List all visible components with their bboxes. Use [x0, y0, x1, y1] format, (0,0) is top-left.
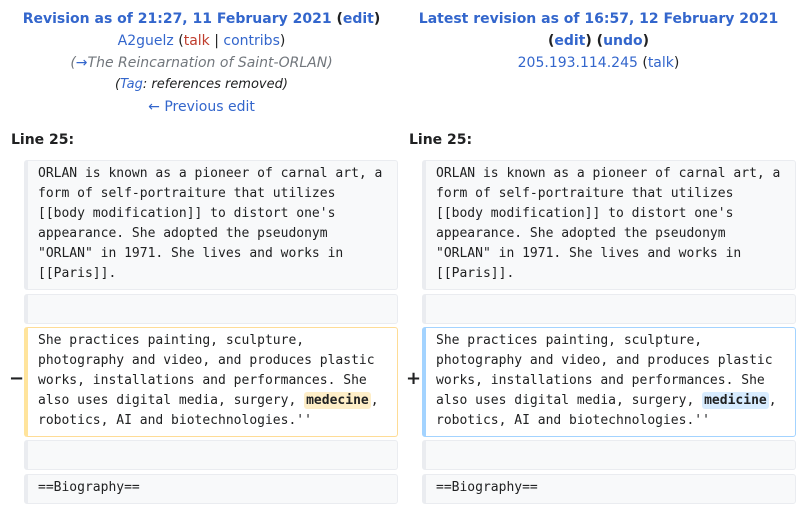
empty-context-cell-left [24, 294, 398, 324]
old-revision-title-line: Revision as of 21:27, 11 February 2021 (… [0, 8, 403, 30]
new-revision-link[interactable]: Latest revision as of 16:57, 12 February… [419, 11, 778, 27]
tag-link[interactable]: Tag [120, 77, 143, 92]
new-talk-link[interactable]: talk [648, 55, 674, 71]
paren-close: ) [373, 11, 381, 27]
separator: | [214, 33, 219, 49]
empty-context-cell-right-2 [422, 440, 796, 470]
biography-cell-right: ==Biography== [422, 474, 796, 504]
old-talk-link[interactable]: talk [184, 33, 210, 49]
old-user-line: A2guelz (talk | contribs) [117, 33, 286, 49]
new-revision-title-line: Latest revision as of 16:57, 12 February… [398, 8, 799, 30]
empty-context-cell-left-2 [24, 440, 398, 470]
old-revision-link[interactable]: Revision as of 21:27, 11 February 2021 [23, 11, 332, 27]
line-number-left: Line 25: [11, 132, 75, 148]
line-number-right: Line 25: [409, 132, 473, 148]
previous-edit-line: ← Previous edit [0, 96, 403, 118]
new-user-line: 205.193.114.245 (talk) [517, 55, 680, 71]
added-line-marker: + [406, 368, 422, 389]
old-user-link[interactable]: A2guelz [118, 33, 174, 49]
old-edit-link[interactable]: edit [343, 11, 374, 27]
section-arrow-link[interactable]: → [76, 55, 88, 71]
added-word: medicine [702, 392, 769, 409]
tag-text: : references removed [142, 77, 283, 92]
deleted-line-cell: She practices painting, sculpture, photo… [24, 327, 398, 437]
old-revision-header: Revision as of 21:27, 11 February 2021 (… [0, 8, 403, 118]
new-edit-link[interactable]: edit [554, 33, 585, 49]
undo-link[interactable]: undo [603, 33, 643, 49]
context-cell-right: ORLAN is known as a pioneer of carnal ar… [422, 160, 796, 290]
new-revision-header: Latest revision as of 16:57, 12 February… [398, 8, 799, 74]
old-contribs-link[interactable]: contribs [223, 33, 279, 49]
deleted-word: medecine [304, 392, 371, 409]
tag-line: (Tag: references removed) [115, 77, 288, 92]
new-user-link[interactable]: 205.193.114.245 [518, 55, 638, 71]
new-actions-line: (edit) (undo) [547, 33, 650, 49]
deleted-line-marker: − [9, 368, 25, 389]
previous-edit-link[interactable]: ← Previous edit [148, 99, 255, 115]
empty-context-cell-right [422, 294, 796, 324]
biography-cell-left: ==Biography== [24, 474, 398, 504]
edit-summary-text: The Reincarnation of Saint-ORLAN [87, 55, 328, 71]
added-line-cell: She practices painting, sculpture, photo… [422, 327, 796, 437]
edit-summary: (→The Reincarnation of Saint-ORLAN) [70, 55, 333, 71]
context-cell-left: ORLAN is known as a pioneer of carnal ar… [24, 160, 398, 290]
